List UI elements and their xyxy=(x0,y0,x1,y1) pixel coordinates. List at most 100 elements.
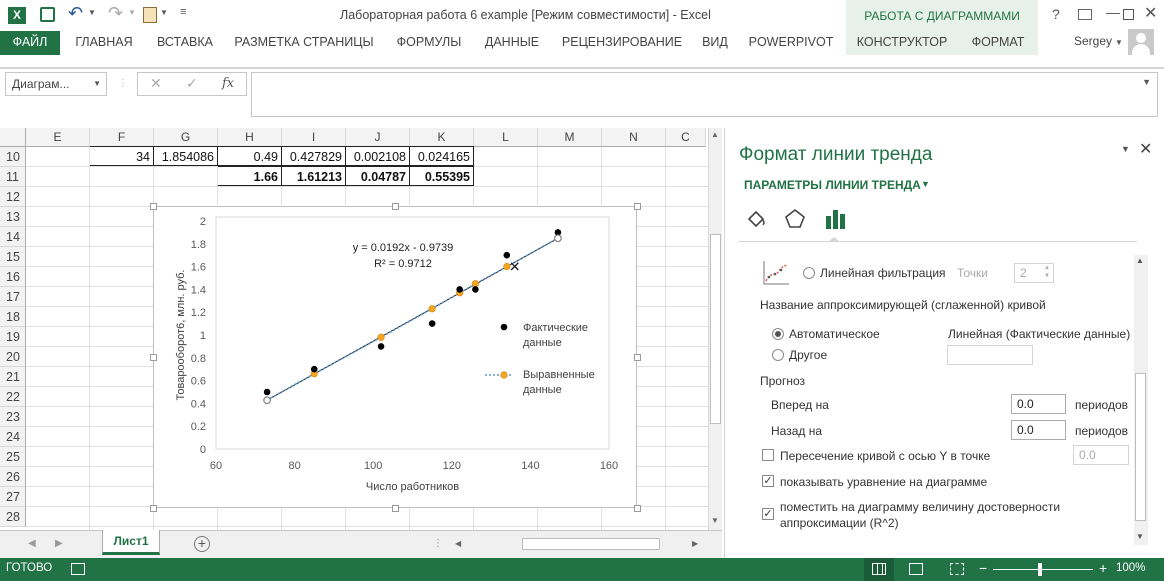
tab-chart-design[interactable]: КОНСТРУКТОР xyxy=(846,31,958,55)
row-header[interactable]: 12 xyxy=(0,187,26,207)
row-header[interactable]: 16 xyxy=(0,267,26,287)
stepper-arrows-icon[interactable]: ▲ ▼ xyxy=(1044,264,1050,280)
column-header[interactable]: L xyxy=(474,128,538,147)
backward-input[interactable]: 0.0 xyxy=(1011,420,1066,440)
horizontal-scroll-thumb[interactable] xyxy=(522,538,660,550)
minimize-icon[interactable]: — xyxy=(1106,4,1120,20)
undo-icon[interactable]: ↶ xyxy=(68,3,83,24)
resize-handle[interactable] xyxy=(392,203,399,210)
sheet-tab-active[interactable]: Лист1 xyxy=(102,530,160,555)
resize-handle[interactable] xyxy=(634,505,641,512)
save-icon[interactable] xyxy=(40,7,55,22)
cancel-icon[interactable]: ✕ xyxy=(150,75,162,92)
resize-handle[interactable] xyxy=(150,203,157,210)
scroll-up-icon[interactable]: ▲ xyxy=(711,130,719,139)
column-header[interactable]: F xyxy=(90,128,154,147)
table-cell[interactable]: 0.002108 xyxy=(346,146,410,166)
row-header[interactable]: 14 xyxy=(0,227,26,247)
column-header[interactable]: M xyxy=(538,128,602,147)
zoom-in-icon[interactable]: + xyxy=(1099,560,1107,576)
section-header[interactable]: ПАРАМЕТРЫ ЛИНИИ ТРЕНДА xyxy=(744,178,921,192)
row-header[interactable]: 28 xyxy=(0,507,26,527)
fill-line-icon[interactable] xyxy=(744,207,768,231)
customize-qat-icon[interactable]: ≡ xyxy=(180,6,186,18)
zoom-level[interactable]: 100% xyxy=(1116,562,1145,574)
tab-ribbon-3[interactable]: РАЗМЕТКА СТРАНИЦЫ xyxy=(222,31,386,55)
column-header[interactable]: C xyxy=(666,128,706,147)
sheet-next-icon[interactable]: ▶ xyxy=(55,538,63,549)
resize-handle[interactable] xyxy=(150,354,157,361)
restore-icon[interactable] xyxy=(1123,9,1134,20)
row-header[interactable]: 22 xyxy=(0,387,26,407)
row-header[interactable]: 17 xyxy=(0,287,26,307)
row-header[interactable]: 13 xyxy=(0,207,26,227)
pane-scroll-down-icon[interactable]: ▼ xyxy=(1136,532,1144,541)
row-header[interactable]: 23 xyxy=(0,407,26,427)
paste-icon[interactable] xyxy=(143,7,157,23)
chevron-down-icon[interactable]: ▼ xyxy=(93,79,101,88)
intercept-input[interactable]: 0.0 xyxy=(1073,445,1129,465)
section-chevron-icon[interactable]: ▼ xyxy=(921,179,930,189)
pane-scroll-thumb[interactable] xyxy=(1135,373,1146,521)
custom-name-radio[interactable] xyxy=(772,349,784,361)
tab-ribbon-7[interactable]: ВИД xyxy=(692,31,738,55)
excel-icon[interactable]: X xyxy=(8,7,26,24)
tab-ribbon-2[interactable]: ВСТАВКА xyxy=(148,31,222,55)
sheet-prev-icon[interactable]: ◀ xyxy=(28,538,36,549)
row-header[interactable]: 26 xyxy=(0,467,26,487)
forward-input[interactable]: 0.0 xyxy=(1011,394,1066,414)
show-r2-checkbox[interactable]: ✓ xyxy=(762,508,774,520)
normal-view-icon[interactable] xyxy=(864,558,894,581)
scatter-chart[interactable]: 0 0.2 0.4 0.6 0.8 1 1.2 1.4 1.6 1.8 2 60 80 100 120 140… xyxy=(154,207,638,509)
points-stepper[interactable]: 2 ▲ ▼ xyxy=(1014,263,1054,283)
vertical-scroll-thumb[interactable] xyxy=(710,234,721,424)
pane-options-icon[interactable]: ▼ xyxy=(1121,144,1130,154)
ribbon-display-icon[interactable] xyxy=(1078,9,1092,20)
row-header[interactable]: 18 xyxy=(0,307,26,327)
column-header[interactable]: K xyxy=(410,128,474,147)
hscroll-right-icon[interactable]: ▶ xyxy=(692,539,698,548)
custom-name-input[interactable] xyxy=(947,345,1033,365)
effects-icon[interactable] xyxy=(783,207,807,231)
tab-ribbon-5[interactable]: ДАННЫЕ xyxy=(472,31,552,55)
table-cell[interactable]: 1.66 xyxy=(218,166,282,186)
paste-dropdown-icon[interactable]: ▼ xyxy=(160,8,168,17)
column-header[interactable]: N xyxy=(602,128,666,147)
undo-dropdown-icon[interactable]: ▼ xyxy=(88,8,96,17)
tab-split-handle[interactable]: ⋮ xyxy=(433,538,443,549)
table-cell[interactable]: 34 xyxy=(90,146,154,166)
row-header[interactable]: 15 xyxy=(0,247,26,267)
user-dropdown-icon[interactable]: ▼ xyxy=(1115,38,1123,47)
formula-drag-handle[interactable]: ⋮ xyxy=(118,78,128,89)
moving-average-radio[interactable] xyxy=(803,267,815,279)
row-header[interactable]: 25 xyxy=(0,447,26,467)
table-cell[interactable]: 0.04787 xyxy=(346,166,410,186)
row-header[interactable]: 19 xyxy=(0,327,26,347)
row-header[interactable]: 10 xyxy=(0,147,26,167)
column-header[interactable]: E xyxy=(26,128,90,147)
page-layout-icon[interactable] xyxy=(909,563,923,575)
tab-chart-format[interactable]: ФОРМАТ xyxy=(958,31,1038,55)
expand-formula-icon[interactable]: ▼ xyxy=(1142,77,1151,87)
column-header[interactable]: H xyxy=(218,128,282,147)
redo-icon[interactable]: ↷ xyxy=(108,3,123,24)
hscroll-left-icon[interactable]: ◀ xyxy=(455,539,461,548)
resize-handle[interactable] xyxy=(150,505,157,512)
table-cell[interactable]: 0.55395 xyxy=(410,166,474,186)
row-header[interactable]: 11 xyxy=(0,167,26,187)
horizontal-scrollbar[interactable] xyxy=(466,537,688,551)
page-break-icon[interactable] xyxy=(950,563,964,575)
avatar[interactable] xyxy=(1128,29,1154,55)
row-header[interactable]: 21 xyxy=(0,367,26,387)
table-cell[interactable]: 1.854086 xyxy=(154,146,218,166)
trendline-options-icon[interactable] xyxy=(823,207,847,231)
column-header[interactable]: G xyxy=(154,128,218,147)
pane-close-icon[interactable]: ✕ xyxy=(1139,139,1152,159)
chart-area[interactable]: 0 0.2 0.4 0.6 0.8 1 1.2 1.4 1.6 1.8 2 60 80 100 120 140… xyxy=(153,206,637,508)
column-header[interactable]: J xyxy=(346,128,410,147)
tab-ribbon-8[interactable]: POWERPIVOT xyxy=(738,31,844,55)
close-icon[interactable]: ✕ xyxy=(1144,3,1157,23)
enter-icon[interactable]: ✓ xyxy=(186,75,198,92)
intercept-checkbox[interactable] xyxy=(762,449,774,461)
resize-handle[interactable] xyxy=(634,354,641,361)
